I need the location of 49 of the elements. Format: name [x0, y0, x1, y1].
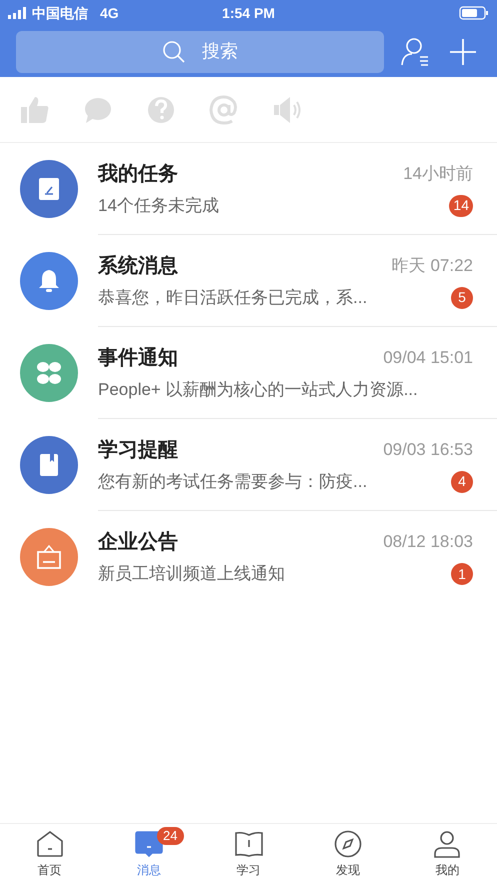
- contacts-icon[interactable]: [400, 36, 430, 66]
- signal-icon: [8, 7, 28, 19]
- message-time: 08/12 18:03: [383, 531, 473, 554]
- tab-bar-item[interactable]: 消息 24: [99, 828, 199, 878]
- message-row[interactable]: 事件通知 09/04 15:01 People+ 以薪酬为核心的一站式人力资源...: [0, 327, 497, 419]
- signboard-icon: [35, 543, 63, 571]
- tab-bar-item[interactable]: 发现: [298, 828, 398, 878]
- clover-icon: [35, 359, 63, 387]
- message-preview: 您有新的考试任务需要参与：防疫...: [98, 470, 368, 493]
- chat-icon: [134, 828, 164, 858]
- message-time: 14小时前: [403, 162, 473, 185]
- question-icon[interactable]: [146, 94, 176, 124]
- message-row[interactable]: 学习提醒 09/03 16:53 您有新的考试任务需要参与：防疫... 4: [0, 419, 497, 511]
- message-time: 09/03 16:53: [383, 438, 473, 461]
- unread-count: 4: [451, 470, 473, 492]
- search-field[interactable]: 搜索: [16, 30, 384, 72]
- message-row[interactable]: 企业公告 08/12 18:03 新员工培训频道上线通知 1: [0, 511, 497, 603]
- thumbs-up-icon[interactable]: [20, 94, 50, 124]
- message-preview: 新员工培训频道上线通知: [98, 563, 285, 586]
- compass-icon: [332, 828, 363, 858]
- message-preview: People+ 以薪酬为核心的一站式人力资源...: [98, 378, 418, 401]
- message-title: 学习提醒: [98, 438, 178, 462]
- tab-bar-item[interactable]: 学习: [198, 828, 298, 878]
- speaker-icon[interactable]: [272, 94, 302, 124]
- message-title: 企业公告: [98, 530, 178, 555]
- unread-count: 1: [451, 563, 473, 585]
- unread-count: 24: [157, 826, 184, 844]
- message-title: 系统消息: [98, 254, 178, 278]
- message-preview: 14个任务未完成: [98, 194, 219, 217]
- search-icon: [162, 40, 186, 64]
- unread-count: 5: [451, 286, 473, 308]
- message-time: 昨天 07:22: [392, 254, 473, 277]
- add-icon[interactable]: [449, 38, 477, 66]
- unread-count: 14: [449, 194, 473, 216]
- tab-bar-item[interactable]: 首页: [0, 828, 100, 878]
- message-title: 事件通知: [98, 346, 178, 370]
- message-time: 09/04 15:01: [383, 346, 473, 369]
- clock: 1:54 PM: [222, 4, 275, 22]
- message-row[interactable]: 系统消息 昨天 07:22 恭喜您，昨日活跃任务已完成，系... 5: [0, 235, 497, 327]
- message-row[interactable]: 我的任务 14小时前 14个任务未完成 14: [0, 143, 497, 235]
- person-icon: [432, 828, 462, 858]
- at-sign-icon[interactable]: [209, 94, 239, 124]
- message-title: 我的任务: [98, 162, 178, 186]
- battery-icon: [459, 6, 489, 20]
- house-icon: [34, 828, 65, 858]
- carrier-name: 中国电信: [32, 4, 88, 22]
- message-preview: 恭喜您，昨日活跃任务已完成，系...: [98, 286, 368, 309]
- tab-bar-item[interactable]: 我的: [398, 828, 497, 878]
- network-type: 4G: [100, 4, 119, 22]
